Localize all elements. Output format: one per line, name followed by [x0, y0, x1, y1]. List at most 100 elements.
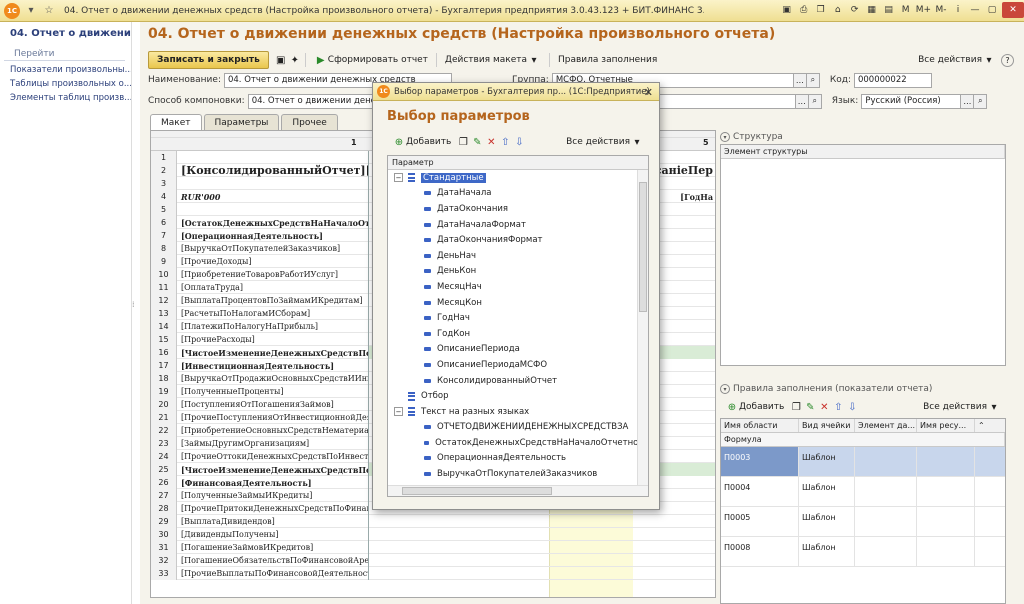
rules-cell[interactable]	[917, 447, 975, 476]
sheet-cell[interactable]	[177, 177, 369, 190]
parameters-tree[interactable]: Параметр − Стандартные ДатаНачала ДатаОконч…	[387, 155, 649, 497]
edit-pencil-icon[interactable]: ✎	[470, 135, 484, 149]
sheet-row[interactable]: 29 [ВыплатаДивидендов]	[151, 515, 715, 528]
rules-row[interactable]: П0005 Шаблон	[721, 507, 1005, 537]
group-select-button[interactable]: …	[793, 72, 807, 88]
row-number[interactable]: 33	[151, 567, 177, 580]
sheet-cell[interactable]: [ПрочиеОттокиДенежныхСредствПоИнвести	[177, 450, 369, 463]
row-number[interactable]: 14	[151, 320, 177, 333]
nav-link-indicators[interactable]: Показатели произвольны...	[0, 63, 131, 77]
tree-param-item[interactable]: ДатаОкончанияФормат	[388, 232, 648, 248]
row-number[interactable]: 11	[151, 281, 177, 294]
rules-cell[interactable]: Шаблон	[799, 447, 855, 476]
sheet-cell[interactable]: RUR'000	[177, 190, 369, 203]
sheet-cell[interactable]: [ВыплатаПроцентовПоЗаймамИКредитам]	[177, 294, 369, 307]
sheet-cell[interactable]: [ФинансоваяДеятельность]	[177, 476, 369, 489]
sheet-cell[interactable]: [ВыплатаДивидендов]	[177, 515, 369, 528]
dialog-close-icon[interactable]: ✕	[644, 86, 653, 99]
rules-cell[interactable]: П0004	[721, 477, 799, 506]
form-report-button[interactable]: ▶ Сформировать отчет	[309, 51, 433, 69]
sheet-cell[interactable]: [ПрочиеПритокиДенежныхСредствПоФинанс	[177, 502, 369, 515]
rules-cell[interactable]: П0005	[721, 507, 799, 536]
row-number[interactable]: 30	[151, 528, 177, 541]
sheet-cell[interactable]: [ПоступленияОтПогашенияЗаймов]	[177, 398, 369, 411]
memory-mminus-button[interactable]: M-	[934, 2, 948, 18]
row-number[interactable]: 12	[151, 294, 177, 307]
sheet-row[interactable]: 30 [ДивидендыПолучены]	[151, 528, 715, 541]
scroll-thumb[interactable]	[402, 487, 552, 495]
sheet-cell[interactable]: [ПрочиеВыплатыПоФинансовойДеятельности]	[177, 567, 369, 580]
sheet-cell[interactable]: [ПриобретениеОсновныхСредствНематериал	[177, 424, 369, 437]
calc-icon[interactable]: ▦	[865, 2, 879, 18]
move-down-icon[interactable]: ⇩	[512, 135, 526, 149]
copy-icon[interactable]: ❐	[789, 400, 803, 414]
nav-link-table-elements[interactable]: Элементы таблиц произв...	[0, 91, 131, 105]
row-number[interactable]: 5	[151, 203, 177, 216]
sheet-cell[interactable]: [ЗаймыДругимОрганизациям]	[177, 437, 369, 450]
row-number[interactable]: 15	[151, 333, 177, 346]
rules-row[interactable]: П0004 Шаблон	[721, 477, 1005, 507]
delete-icon[interactable]: ✕	[484, 135, 498, 149]
tree-param-item[interactable]: ГодНач	[388, 310, 648, 326]
sheet-cell[interactable]: [ОперационнаяДеятельность]	[177, 229, 369, 242]
sheet-cell[interactable]: [РасчетыПоНалогамИСборам]	[177, 307, 369, 320]
tree-group-item[interactable]: − Стандартные	[388, 170, 648, 186]
row-number[interactable]: 16	[151, 346, 177, 359]
print-icon[interactable]: ⎙	[797, 2, 811, 18]
row-number[interactable]: 1	[151, 151, 177, 164]
tree-param-item[interactable]: ДатаНачала	[388, 186, 648, 202]
row-number[interactable]: 13	[151, 307, 177, 320]
sheet-cell[interactable]: [ПолученныеПроценты]	[177, 385, 369, 398]
rules-header[interactable]: ▾ Правила заполнения (показатели отчета)	[720, 382, 1006, 396]
row-number[interactable]: 29	[151, 515, 177, 528]
tree-param-item[interactable]: ДеньНач	[388, 248, 648, 264]
sheet-cell[interactable]	[177, 151, 369, 164]
layout-actions-menu[interactable]: Действия макета ▾	[440, 51, 546, 69]
parameters-header[interactable]: Параметр	[388, 156, 648, 170]
tree-group-item[interactable]: − Текст на разных языках	[388, 404, 648, 420]
sheet-cell-right[interactable]: [ГодНа	[680, 190, 713, 203]
row-number[interactable]: 8	[151, 242, 177, 255]
tree-param-item[interactable]: ОТЧЕТОДВИЖЕНИИДЕНЕЖНЫХСРЕДСТВЗА	[388, 420, 648, 436]
favorite-star-icon[interactable]: ☆	[42, 4, 56, 18]
tree-param-item[interactable]: ВыручкаОтПокупателейЗаказчиков	[388, 466, 648, 482]
rules-cell[interactable]: П0008	[721, 537, 799, 566]
rules-cell[interactable]: Шаблон	[799, 537, 855, 566]
rules-cell[interactable]	[855, 477, 917, 506]
dialog-add-button[interactable]: ⊕ Добавить	[387, 133, 456, 151]
copy-icon[interactable]: ❐	[456, 135, 470, 149]
col-resource-name[interactable]: Имя ресу...	[917, 419, 975, 432]
sheet-cell-rest[interactable]	[369, 515, 715, 528]
layout-select-button[interactable]: …	[795, 93, 809, 109]
rules-cell[interactable]	[855, 537, 917, 566]
collapse-toggle-icon[interactable]: −	[394, 173, 403, 183]
row-number[interactable]: 3	[151, 177, 177, 190]
rules-cell[interactable]	[917, 477, 975, 506]
sheet-row[interactable]: 31 [ПогашениеЗаймовИКредитов]	[151, 541, 715, 554]
col-area-name[interactable]: Имя области	[721, 419, 799, 432]
layout-open-icon[interactable]: ⌕	[808, 93, 822, 109]
rules-add-button[interactable]: ⊕ Добавить	[720, 398, 789, 416]
row-number[interactable]: 25	[151, 463, 177, 476]
column-header-5[interactable]: 5	[703, 138, 709, 147]
row-number[interactable]: 10	[151, 268, 177, 281]
tree-param-item[interactable]: ДатаНачалаФормат	[388, 217, 648, 233]
collapse-arrow-icon[interactable]: ▾	[720, 132, 730, 142]
tree-param-item[interactable]: КонсолидированныйОтчет	[388, 373, 648, 389]
sheet-cell[interactable]: [ЧистоеИзменениеДенежныхСредствПоОп	[177, 346, 369, 359]
memory-m-button[interactable]: M	[899, 2, 913, 18]
move-down-icon[interactable]: ⇩	[845, 400, 859, 414]
sheet-cell[interactable]: [ВыручкаОтПродажиОсновныхСредствИИнв	[177, 372, 369, 385]
sheet-cell[interactable]: [ПрочиеРасходы]	[177, 333, 369, 346]
row-number[interactable]: 6	[151, 216, 177, 229]
row-number[interactable]: 26	[151, 476, 177, 489]
sheet-cell[interactable]: [ОплатаТруда]	[177, 281, 369, 294]
rules-row[interactable]: П0003 Шаблон	[721, 447, 1005, 477]
sheet-row[interactable]: 33 [ПрочиеВыплатыПоФинансовойДеятельности…	[151, 567, 715, 580]
sheet-cell[interactable]: [ПрочиеДоходы]	[177, 255, 369, 268]
sheet-cell[interactable]: [ПлатежиПоНалогуНаПрибыль]	[177, 320, 369, 333]
maximize-button[interactable]: ▢	[985, 2, 999, 18]
sheet-cell[interactable]: [КонсолидированныйОтчет][ОТЧ	[177, 164, 369, 177]
rules-grid[interactable]: Имя области Вид ячейки Элемент да... Имя…	[720, 418, 1006, 604]
row-number[interactable]: 4	[151, 190, 177, 203]
